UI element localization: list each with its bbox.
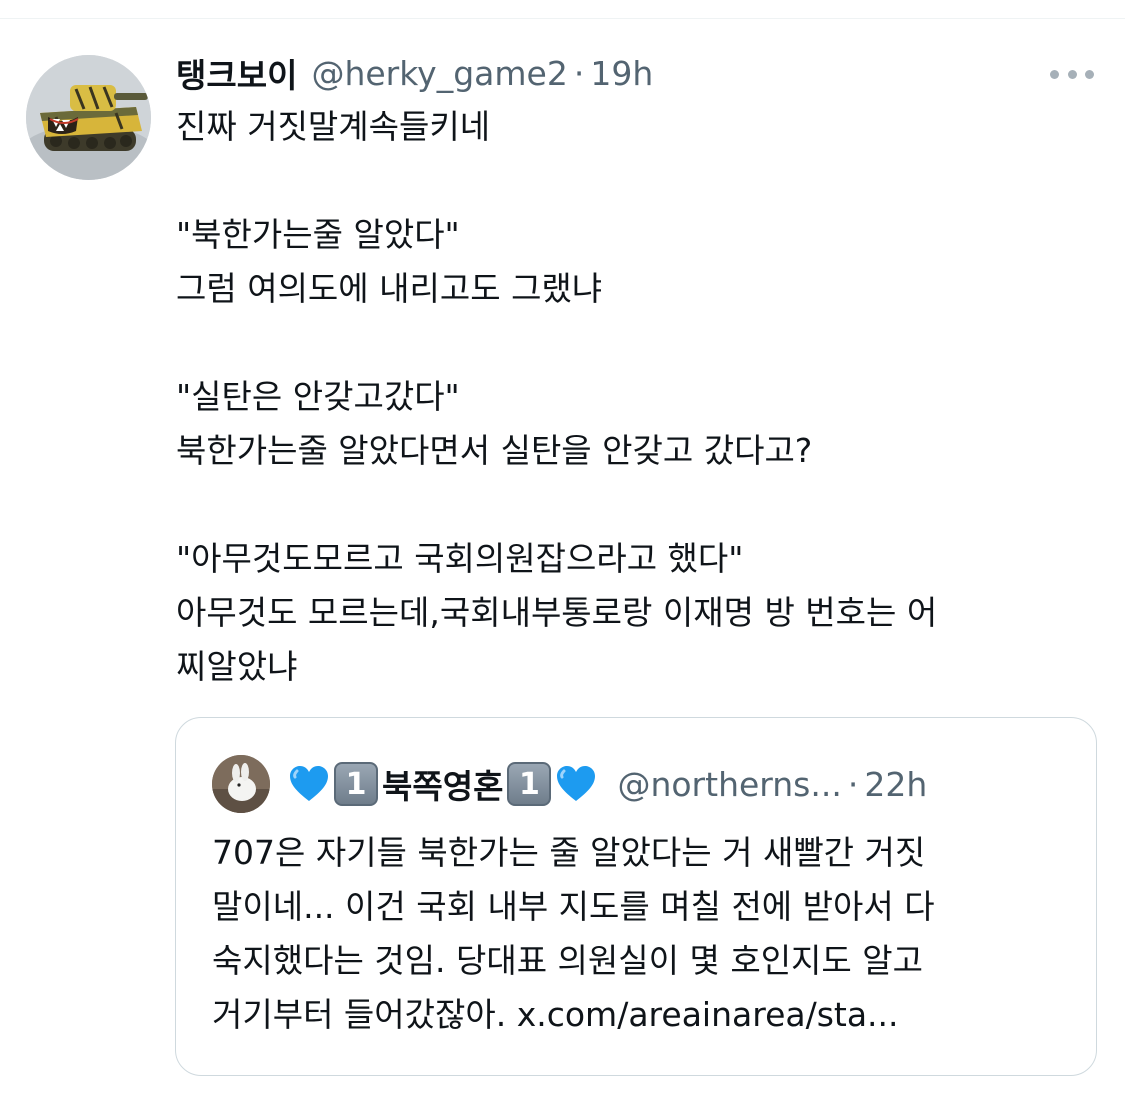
quoted-line: 거기부터 들어갔잖아. x.com/areainarea/sta... bbox=[212, 995, 899, 1034]
quoted-tweet-card[interactable]: 1 북쪽영혼 1 @northerns... · 22h 707은 자기들 북한… bbox=[175, 717, 1097, 1076]
tweet-text: 진짜 거짓말계속들키네 "북한가는줄 알았다" 그럼 여의도에 내리고도 그랬냐… bbox=[176, 100, 1076, 694]
blue-heart-icon bbox=[557, 766, 596, 801]
tweet-line bbox=[176, 478, 1076, 532]
user-handle[interactable]: @herky_game2 bbox=[311, 54, 567, 93]
keycap-one-icon: 1 bbox=[334, 762, 378, 806]
quoted-line: 숙지했다는 것임. 당대표 의원실이 몇 호인지도 알고 bbox=[212, 941, 923, 980]
rabbit-photo-avatar-icon bbox=[212, 755, 270, 813]
quoted-display-name[interactable]: 북쪽영혼 bbox=[382, 760, 503, 808]
tweet-line: 아무것도 모르는데,국회내부통로랑 이재명 방 번호는 어 bbox=[176, 593, 938, 632]
quoted-line: 말이네... 이건 국회 내부 지도를 며칠 전에 받아서 다 bbox=[212, 887, 935, 926]
tweet-line: 찌알았냐 bbox=[176, 647, 298, 686]
tank-model-avatar-icon bbox=[26, 55, 151, 180]
timestamp[interactable]: 19h bbox=[590, 54, 653, 93]
display-name[interactable]: 탱크보이 bbox=[176, 49, 297, 97]
quoted-user-handle[interactable]: @northerns... bbox=[617, 765, 841, 804]
tweet-line bbox=[176, 154, 1076, 208]
separator-dot: · bbox=[847, 764, 859, 804]
blue-heart-icon bbox=[290, 766, 328, 801]
tweet-line: "실탄은 안갖고갔다" bbox=[176, 377, 460, 416]
tweet-line: "북한가는줄 알았다" bbox=[176, 215, 460, 254]
tweet-line bbox=[176, 316, 1076, 370]
quoted-user-avatar[interactable] bbox=[212, 755, 270, 813]
tweet-header: 탱크보이 @herky_game2 · 19h bbox=[176, 50, 653, 96]
quoted-line: 707은 자기들 북한가는 줄 알았다는 거 새빨간 거짓 bbox=[212, 833, 926, 872]
tweet-line: 그럼 여의도에 내리고도 그랬냐 bbox=[176, 269, 603, 308]
keycap-one-icon: 1 bbox=[507, 762, 552, 806]
quoted-timestamp[interactable]: 22h bbox=[864, 765, 927, 804]
tweet-line: 진짜 거짓말계속들키네 bbox=[176, 107, 491, 146]
tweet-line: 북한가는줄 알았다면서 실탄을 안갖고 갔다고? bbox=[176, 431, 813, 470]
more-options-icon[interactable] bbox=[1046, 57, 1098, 91]
quoted-tweet-text: 707은 자기들 북한가는 줄 알았다는 거 새빨간 거짓 말이네... 이건 … bbox=[212, 826, 1072, 1042]
user-avatar[interactable] bbox=[26, 55, 151, 180]
top-divider bbox=[0, 18, 1125, 19]
tweet-line: "아무것도모르고 국회의원잡으라고 했다" bbox=[176, 539, 744, 578]
separator-dot: · bbox=[573, 53, 585, 93]
quoted-tweet-header: 1 북쪽영혼 1 @northerns... · 22h bbox=[286, 758, 927, 810]
